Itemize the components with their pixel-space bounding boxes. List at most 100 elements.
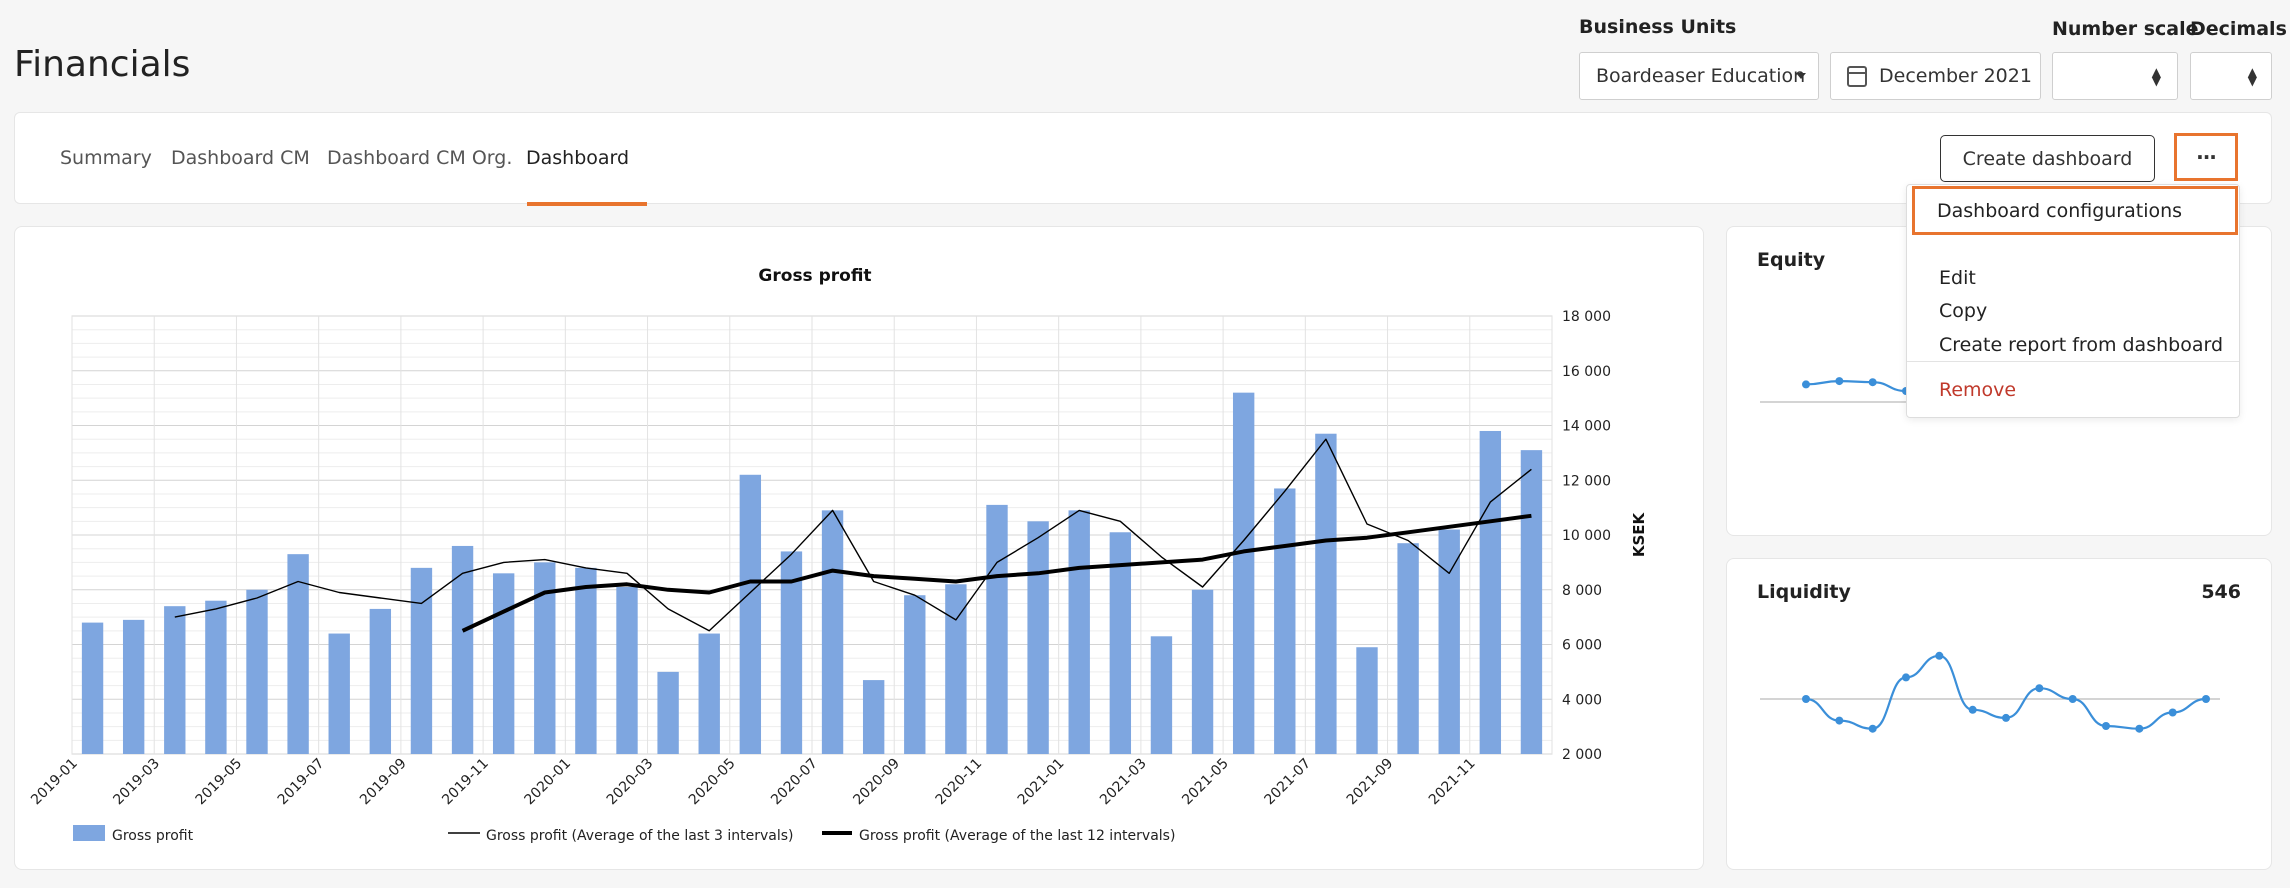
sparkline-point [1968,705,1977,714]
sparkline-point [2135,724,2144,733]
bar [986,504,1008,754]
more-options-button[interactable]: ··· [2174,133,2238,181]
bar [1191,589,1214,754]
sort-arrows-icon: ▲ ▼ [2247,65,2257,88]
legend-swatch-bar [73,825,105,841]
menu-item-edit[interactable]: Edit [1939,267,1976,289]
y-tick-label: 16 000 [1562,364,1611,380]
bar [1356,647,1378,754]
y-tick-label: 8 000 [1562,583,1602,599]
gross-profit-chart: 2 000 4 000 6 000 8 000 10 000 12 000 14 000 16… [28,309,1648,844]
menu-item-dashboard-configurations-label: Dashboard configurations [1937,200,2183,222]
bar [1232,392,1255,754]
x-tick-label: 2021-11 [1426,756,1479,809]
menu-item-create-report[interactable]: Create report from dashboard [1939,334,2223,356]
bar [410,567,433,754]
sparkline-point [2002,713,2010,722]
equity-sparkline-path [1805,379,1907,393]
bar [657,671,679,754]
menu-item-remove[interactable]: Remove [1939,379,2016,401]
bar [616,587,638,754]
menu-divider [1907,361,2239,362]
bar [122,619,145,754]
menu-item-copy[interactable]: Copy [1939,300,1987,322]
sparkline-point [1835,716,1844,725]
bar [369,608,392,754]
bar [904,595,926,754]
bar [451,545,474,754]
bar [492,573,515,754]
menu-item-dashboard-configurations[interactable]: Dashboard configurations [1912,186,2238,235]
bar [575,567,597,754]
caret-down-icon [1796,73,1806,79]
bar [1027,521,1049,754]
x-tick-label: 2020-01 [521,756,574,809]
x-tick-label: 2019-11 [439,756,492,809]
sparkline-point [1868,378,1877,387]
x-tick-label: 2019-01 [28,756,81,809]
y-tick-label: 18 000 [1562,309,1611,325]
y-tick-label: 14 000 [1562,419,1611,435]
x-tick-label: 2019-07 [275,756,328,809]
x-tick-label: 2021-07 [1261,756,1314,809]
bar [328,633,350,754]
sparkline-point [1868,724,1877,733]
sort-arrows-icon: ▲ ▼ [2151,65,2161,88]
y-axis-label: KSEK [1630,511,1648,557]
sparkline-point [2102,722,2110,730]
x-tick-label: 2020-03 [604,756,657,809]
y-tick-label: 4 000 [1562,692,1602,708]
bar [1068,510,1090,754]
bar [821,510,844,754]
liquidity-sparkline [1760,651,2220,733]
x-tick-label: 2020-05 [686,756,739,809]
y-tick-label: 10 000 [1562,528,1611,544]
bar [1274,488,1296,754]
y-tick-label: 6 000 [1562,638,1602,654]
x-tick-label: 2021-05 [1179,756,1232,809]
bar [698,633,720,754]
x-tick-label: 2019-03 [110,756,163,809]
bar [739,474,762,754]
legend-label: Gross profit [112,828,194,844]
bar [246,589,268,754]
y-tick-label: 12 000 [1562,473,1611,489]
create-dashboard-button[interactable]: Create dashboard [1940,135,2155,182]
equity-title: Equity [1757,249,1826,271]
bar [164,606,186,754]
bar [81,622,104,754]
date-picker[interactable]: December 2021 [1830,52,2041,100]
bar [1438,529,1460,754]
sparkline-point [1902,673,1910,682]
decimals-label: Decimals [2190,18,2287,40]
x-tick-label: 2021-01 [1015,756,1068,809]
x-tick-label: 2020-07 [768,756,821,809]
bar [1397,543,1419,754]
date-value: December 2021 [1879,65,2032,87]
liquidity-value: 546 [2201,581,2241,603]
calendar-icon [1847,66,1867,87]
x-tick-label: 2021-09 [1344,756,1397,809]
liquidity-title: Liquidity [1757,581,1851,603]
sparkline-point [2168,708,2177,717]
ellipsis-icon: ··· [2196,145,2217,169]
sparkline-point [1802,695,1810,703]
x-tick-label: 2021-03 [1097,756,1150,809]
number-scale-select[interactable]: ▲ ▼ [2052,52,2178,100]
sparkline-point [2035,684,2044,693]
decimals-select[interactable]: ▲ ▼ [2190,52,2272,100]
bar [862,680,885,754]
sparkline-point [2202,695,2210,703]
number-scale-label: Number scale [2052,18,2199,40]
x-tick-label: 2019-09 [357,756,410,809]
sparkline-point [1835,377,1844,386]
bar [1315,433,1337,754]
legend-label: Gross profit (Average of the last 12 int… [859,828,1175,844]
sparkline-point [1802,380,1810,389]
sparkline-point [2068,695,2077,703]
legend-label: Gross profit (Average of the last 3 inte… [486,828,794,844]
bar [1150,636,1173,754]
sparkline-point [1935,651,1944,660]
y-tick-label: 2 000 [1562,747,1602,763]
x-tick-label: 2019-05 [193,756,246,809]
